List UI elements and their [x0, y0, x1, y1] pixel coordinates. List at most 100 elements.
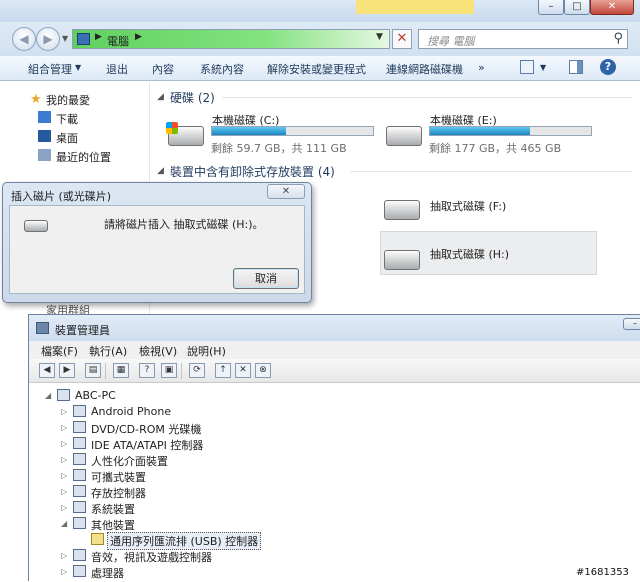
chevron-down-icon[interactable]: ▼: [75, 63, 81, 72]
help-icon[interactable]: ?: [600, 59, 616, 75]
menu-action[interactable]: 執行(A): [89, 343, 127, 359]
menu-view[interactable]: 檢視(V): [139, 343, 177, 359]
map-network-drive-button[interactable]: 連線網路磁碟機: [386, 61, 463, 77]
menu-bar: 檔案(F) 執行(A) 檢視(V) 說明(H): [29, 341, 640, 359]
minimize-button[interactable]: –: [623, 318, 640, 330]
usage-fill: [430, 127, 530, 135]
breadcrumb-arrow-icon[interactable]: ▶: [135, 32, 142, 42]
minimize-button[interactable]: –: [538, 0, 564, 15]
maximize-button[interactable]: □: [564, 0, 590, 15]
tree-item[interactable]: 音效，視訊及遊戲控制器: [91, 549, 212, 565]
search-input[interactable]: 搜尋 電腦 ⚲: [418, 29, 628, 49]
computer-icon: [57, 389, 70, 401]
toolbar-separator: [181, 363, 182, 379]
dialog-close-button[interactable]: ✕: [267, 184, 305, 199]
uninstall-device-icon[interactable]: ⊗: [255, 363, 271, 378]
more-commands-button[interactable]: »: [478, 61, 485, 74]
command-bar: 組合管理 ▼ 退出 內容 系統內容 解除安裝或變更程式 連線網路磁碟機 » ▼ …: [0, 56, 640, 81]
collapse-arrow-icon[interactable]: ◢: [157, 92, 164, 102]
other-devices-icon: [73, 517, 86, 529]
drive-h-name[interactable]: 抽取式磁碟 (H:): [430, 246, 509, 262]
menu-help[interactable]: 說明(H): [187, 343, 226, 359]
system-properties-button[interactable]: 系統內容: [200, 61, 244, 77]
address-bar[interactable]: ▶ 電腦 ▶ ▼: [72, 29, 390, 49]
device-manager-window: 裝置管理員 – 檔案(F) 執行(A) 檢視(V) 說明(H) ◀ ▶ ▤ ▦ …: [28, 314, 640, 581]
show-hide-icon[interactable]: ▣: [161, 363, 177, 378]
collapse-arrow-icon[interactable]: ◢: [157, 166, 164, 176]
tree-item[interactable]: 可攜式裝置: [91, 469, 146, 485]
expand-arrow-icon[interactable]: ▷: [61, 487, 67, 496]
chevron-down-icon[interactable]: ▼: [540, 63, 546, 72]
section-removable-storage[interactable]: 裝置中含有卸除式存放裝置 (4): [170, 163, 335, 180]
recent-places-icon: [38, 149, 51, 161]
section-hard-disks[interactable]: 硬碟 (2): [170, 89, 215, 106]
downloads-folder-icon: [38, 111, 51, 123]
breadcrumb-computer[interactable]: 電腦: [107, 33, 129, 49]
close-button[interactable]: ✕: [590, 0, 634, 15]
back-button[interactable]: ◀: [12, 27, 36, 51]
tree-item[interactable]: IDE ATA/ATAPI 控制器: [91, 437, 203, 453]
expand-arrow-icon[interactable]: ▷: [61, 551, 67, 560]
dialog-body: 請將磁片插入 抽取式磁碟 (H:)。 取消: [9, 205, 305, 294]
preview-pane-icon[interactable]: [569, 60, 583, 74]
ide-controller-icon: [73, 437, 86, 449]
forward-button[interactable]: ▶: [36, 27, 60, 51]
expand-arrow-icon[interactable]: ▷: [61, 455, 67, 464]
device-manager-titlebar: 裝置管理員 –: [29, 315, 640, 341]
breadcrumb-arrow-icon[interactable]: ▶: [95, 32, 102, 42]
tree-item[interactable]: 人性化介面裝置: [91, 453, 168, 469]
view-options-icon[interactable]: [520, 60, 534, 74]
tree-item[interactable]: 處理器: [91, 565, 124, 581]
collapse-arrow-icon[interactable]: ◢: [61, 519, 67, 528]
star-icon: ★: [30, 92, 42, 107]
properties-button[interactable]: 內容: [152, 61, 174, 77]
collapse-arrow-icon[interactable]: ◢: [45, 391, 51, 400]
warning-device-icon: [91, 533, 104, 545]
up-folder-icon[interactable]: ▤: [85, 363, 101, 378]
uninstall-program-button[interactable]: 解除安裝或變更程式: [267, 61, 366, 77]
sidebar-favorites[interactable]: 我的最愛: [46, 92, 90, 108]
tree-item[interactable]: DVD/CD-ROM 光碟機: [91, 421, 201, 437]
sidebar-item-desktop[interactable]: 桌面: [56, 130, 78, 146]
desktop-icon: [38, 130, 51, 142]
tree-item[interactable]: 其他裝置: [91, 517, 135, 533]
expand-arrow-icon[interactable]: ▷: [61, 423, 67, 432]
expand-arrow-icon[interactable]: ▷: [61, 471, 67, 480]
menu-file[interactable]: 檔案(F): [41, 343, 78, 359]
forward-icon[interactable]: ▶: [59, 363, 75, 378]
tree-item[interactable]: Android Phone: [91, 405, 171, 418]
eject-button[interactable]: 退出: [106, 61, 128, 77]
optical-drive-icon: [73, 421, 86, 433]
address-dropdown-icon[interactable]: ▼: [376, 32, 383, 42]
expand-arrow-icon[interactable]: ▷: [61, 503, 67, 512]
properties-icon[interactable]: ▦: [113, 363, 129, 378]
tree-item[interactable]: 系統裝置: [91, 501, 135, 517]
expand-arrow-icon[interactable]: ▷: [61, 439, 67, 448]
back-icon[interactable]: ◀: [39, 363, 55, 378]
dialog-title: 插入磁片 (或光碟片): [11, 190, 112, 203]
recent-pages-chevron-icon[interactable]: ▼: [62, 34, 68, 43]
removable-drive-icon: [384, 250, 420, 270]
drive-f-name[interactable]: 抽取式磁碟 (F:): [430, 198, 506, 214]
stop-icon[interactable]: ✕: [392, 29, 412, 49]
cancel-button[interactable]: 取消: [233, 268, 299, 289]
hard-drive-icon: [386, 126, 422, 146]
organize-button[interactable]: 組合管理: [28, 61, 72, 77]
tree-root[interactable]: ABC-PC: [75, 389, 116, 402]
search-placeholder: 搜尋 電腦: [427, 35, 475, 48]
disable-device-icon[interactable]: ✕: [235, 363, 251, 378]
help-icon[interactable]: ?: [139, 363, 155, 378]
expand-arrow-icon[interactable]: ▷: [61, 407, 67, 416]
phone-icon: [73, 405, 86, 417]
drive-c-usage-bar: [211, 126, 374, 136]
sidebar-item-recent[interactable]: 最近的位置: [56, 149, 111, 165]
update-driver-icon[interactable]: ↑: [215, 363, 231, 378]
sidebar-item-downloads[interactable]: 下載: [56, 111, 78, 127]
expand-arrow-icon[interactable]: ▷: [61, 567, 67, 576]
tree-item-selected[interactable]: 通用序列匯流排 (USB) 控制器: [107, 532, 262, 550]
tree-item[interactable]: 存放控制器: [91, 485, 146, 501]
windows-logo-icon: [166, 122, 178, 134]
scan-hardware-icon[interactable]: ⟳: [189, 363, 205, 378]
divider: [222, 97, 632, 98]
device-manager-toolbar: ◀ ▶ ▤ ▦ ? ▣ ⟳ ↑ ✕ ⊗: [29, 359, 640, 383]
